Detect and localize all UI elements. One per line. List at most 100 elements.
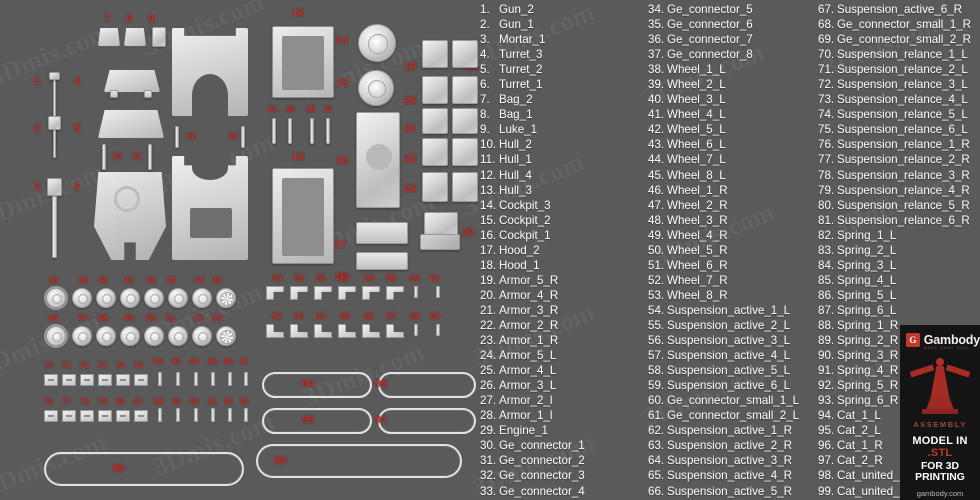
part-relance-2-l xyxy=(62,374,76,386)
list-item: 87. Spring_6_L xyxy=(818,303,971,318)
list-item: 28. Armor_1_l xyxy=(480,408,585,423)
part-ge-connector-1 xyxy=(102,144,106,170)
list-item-name: Suspension_relance_1_R xyxy=(837,138,970,152)
callout-82: 82 xyxy=(154,357,163,366)
part-cat-united-r xyxy=(256,444,462,478)
parts-list-column-1: 1. Gun_2 2. Gun_1 3. Mortar_1 4. Turret_3 5. Turr… xyxy=(480,2,585,499)
list-item-number: 85. xyxy=(818,273,835,287)
parts-list-column-2: 34. Ge_connector_5 35. Ge_connector_6 36. Ge_… xyxy=(648,2,799,499)
list-item-number: 68. xyxy=(818,18,835,32)
part-spring-2-l xyxy=(176,372,180,386)
callout-71: 71 xyxy=(62,361,71,370)
list-item: 31. Ge_connector_2 xyxy=(480,453,585,468)
list-item-name: Suspension_relance_3_R xyxy=(837,168,970,182)
list-item-number: 96. xyxy=(818,439,835,453)
part-gun-2 xyxy=(49,72,60,80)
turret-3-peg-left xyxy=(110,90,118,98)
list-item: 14. Cockpit_3 xyxy=(480,198,585,213)
part-armor-3-r xyxy=(422,108,448,134)
list-item-name: Suspension_relance_6_R xyxy=(837,213,970,227)
list-item: 1. Gun_2 xyxy=(480,2,585,17)
part-relance-6-r xyxy=(134,410,148,422)
figure-head xyxy=(936,358,944,366)
list-item-name: Ge_connector_1 xyxy=(499,439,585,453)
list-item: 10. Hull_2 xyxy=(480,137,585,152)
part-wheel-1-l xyxy=(46,288,66,308)
part-hood-2 xyxy=(356,222,408,244)
badge-model-in: MODEL IN xyxy=(912,435,968,447)
list-item-name: Wheel_6_L xyxy=(667,138,726,152)
list-item-name: Ge_connector_small_1_L xyxy=(667,394,800,408)
list-item: 42. Wheel_5_L xyxy=(648,122,799,137)
callout-7: 7 xyxy=(104,13,111,25)
callout-15: 15 xyxy=(336,77,349,89)
list-item-number: 27. xyxy=(480,394,497,408)
list-item-name: Wheel_7_R xyxy=(667,273,728,287)
list-item-number: 66. xyxy=(648,484,665,498)
list-item-number: 37. xyxy=(648,48,665,62)
gambody-badge[interactable]: G Gambody MAKE GAME REAL ASSEMBLY MODEL … xyxy=(900,325,980,500)
part-relance-1-r xyxy=(44,410,58,422)
list-item-number: 3. xyxy=(480,33,490,47)
figure-base xyxy=(926,396,954,410)
list-item-number: 57. xyxy=(648,349,665,363)
list-item-name: Turret_3 xyxy=(499,48,543,62)
list-item-number: 53. xyxy=(648,288,665,302)
list-item-number: 38. xyxy=(648,63,665,77)
list-item: 64. Suspension_active_3_R xyxy=(648,453,799,468)
list-item-number: 94. xyxy=(818,409,835,423)
part-susp-active-6-l xyxy=(386,286,404,300)
callout-61: 61 xyxy=(430,273,441,283)
list-item-name: Cat_united_R xyxy=(837,484,908,498)
list-item-name: Suspension_active_5_L xyxy=(667,364,791,378)
callout-47: 47 xyxy=(78,313,89,323)
list-item-number: 92. xyxy=(818,379,835,393)
list-item-number: 89. xyxy=(818,334,835,348)
callout-59: 59 xyxy=(386,273,397,283)
list-item-name: Wheel_5_L xyxy=(667,123,726,137)
list-item-name: Cat_1_L xyxy=(837,409,881,423)
part-wheel-7-l xyxy=(192,288,212,308)
list-item-name: Suspension_active_6_L xyxy=(667,379,791,393)
list-item: 23. Armor_1_R xyxy=(480,333,585,348)
badge-url[interactable]: gambody.com xyxy=(900,489,980,498)
callout-67: 67 xyxy=(386,311,397,321)
list-item: 43. Wheel_6_L xyxy=(648,137,799,152)
list-item-number: 24. xyxy=(480,349,497,363)
list-item-number: 87. xyxy=(818,303,835,317)
list-item: 48. Wheel_3_R xyxy=(648,213,799,228)
list-item-number: 63. xyxy=(648,439,665,453)
list-item-number: 71. xyxy=(818,63,835,77)
list-item-name: Armor_4_L xyxy=(499,364,557,378)
list-item-name: Ge_connector_small_2_R xyxy=(837,33,972,47)
list-item: 53. Wheel_8_R xyxy=(648,288,799,303)
part-armor-2-r xyxy=(422,138,448,166)
part-gun-1 xyxy=(48,116,61,130)
list-item-name: Wheel_5_R xyxy=(667,243,728,257)
list-item: 58. Suspension_active_5_L xyxy=(648,363,799,378)
list-item: 50. Wheel_5_R xyxy=(648,243,799,258)
list-item: 36. Ge_connector_7 xyxy=(648,32,799,47)
list-item: 33. Ge_connector_4 xyxy=(480,484,585,499)
callout-75: 75 xyxy=(134,361,143,370)
list-item: 30. Ge_connector_1 xyxy=(480,438,585,453)
list-item: 44. Wheel_7_L xyxy=(648,152,799,167)
part-susp-active-2-l xyxy=(290,286,308,300)
list-item-name: Armor_2_l xyxy=(499,394,553,408)
part-wheel-6-r xyxy=(168,326,188,346)
badge-printing-line: FOR 3D PRINTING xyxy=(915,461,965,483)
list-item: 6. Turret_1 xyxy=(480,77,585,92)
list-item: 73. Suspension_relance_4_L xyxy=(818,92,971,107)
list-item-number: 82. xyxy=(818,228,835,242)
list-item-number: 78. xyxy=(818,168,835,182)
callout-54: 54 xyxy=(272,273,283,283)
part-wheel-2-l xyxy=(72,288,92,308)
part-wheel-8-r xyxy=(216,326,236,346)
list-item: 70. Suspension_relance_1_L xyxy=(818,47,971,62)
list-item-number: 59. xyxy=(648,379,665,393)
list-item-name: Spring_6_R xyxy=(837,394,899,408)
list-item: 32. Ge_connector_3 xyxy=(480,468,585,483)
list-item-name: Suspension_active_6_R xyxy=(837,3,963,16)
list-item: 34. Ge_connector_5 xyxy=(648,2,799,17)
list-item-number: 18. xyxy=(480,258,497,272)
